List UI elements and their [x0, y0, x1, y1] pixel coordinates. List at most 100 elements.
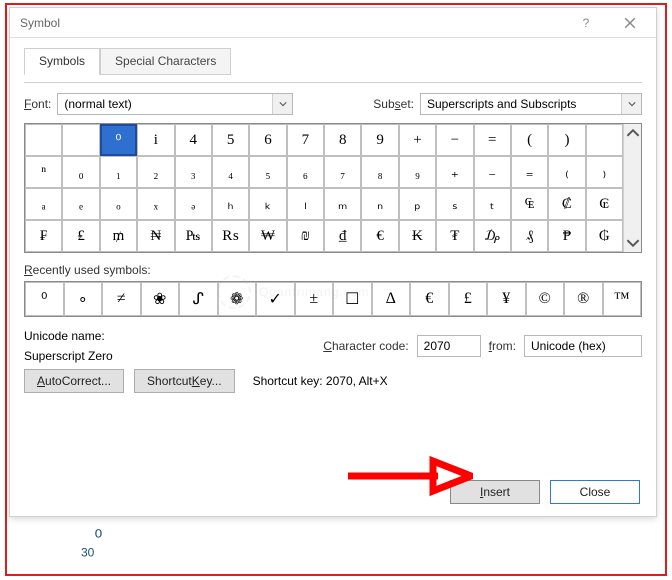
scrollbar[interactable] — [623, 124, 641, 252]
symbol-cell[interactable]: ₎ — [586, 156, 623, 188]
symbol-cell[interactable]: 4 — [175, 124, 212, 156]
symbol-cell[interactable]: − — [436, 124, 473, 156]
symbol-cell[interactable]: 8 — [324, 124, 361, 156]
subset-combo[interactable] — [420, 93, 642, 115]
recent-symbol-cell[interactable]: ❀ — [141, 282, 180, 316]
help-button[interactable]: ? — [566, 10, 606, 36]
symbol-cell[interactable]: ( — [511, 124, 548, 156]
recent-symbol-cell[interactable]: £ — [449, 282, 488, 316]
symbol-cell[interactable]: ₕ — [212, 188, 249, 220]
symbol-cell[interactable]: ₆ — [287, 156, 324, 188]
symbol-cell[interactable]: ₅ — [249, 156, 286, 188]
symbol-cell[interactable]: ₒ — [100, 188, 137, 220]
symbol-cell[interactable]: ₍ — [548, 156, 585, 188]
recent-symbol-cell[interactable]: ™ — [603, 282, 642, 316]
chevron-down-icon[interactable] — [272, 94, 292, 114]
chevron-down-icon[interactable] — [621, 94, 641, 114]
symbol-cell[interactable]: ) — [548, 124, 585, 156]
symbol-cell[interactable]: ₌ — [511, 156, 548, 188]
symbol-cell[interactable]: ₫ — [324, 220, 361, 252]
symbol-cell[interactable]: ₇ — [324, 156, 361, 188]
symbol-cell[interactable]: ₡ — [548, 188, 585, 220]
shortcut-key-button[interactable]: Shortcut Key... — [134, 369, 235, 393]
symbol-cell[interactable]: ₓ — [137, 188, 174, 220]
symbol-cell[interactable]: ₀ — [62, 156, 99, 188]
recent-symbol-cell[interactable]: ≠ — [102, 282, 141, 316]
recent-symbol-cell[interactable]: ✓ — [256, 282, 295, 316]
symbol-cell[interactable]: ₙ — [361, 188, 398, 220]
symbol-cell[interactable]: ₧ — [175, 220, 212, 252]
symbol-cell[interactable]: ₥ — [100, 220, 137, 252]
subset-input[interactable] — [421, 94, 621, 114]
symbol-cell[interactable]: ₁ — [100, 156, 137, 188]
font-input[interactable] — [58, 94, 272, 114]
recent-symbol-cell[interactable]: ⁰ — [25, 282, 64, 316]
symbol-cell[interactable]: = — [474, 124, 511, 156]
recent-symbol-cell[interactable]: € — [410, 282, 449, 316]
symbol-cell[interactable]: 7 — [287, 124, 324, 156]
symbol-cell[interactable]: ₲ — [586, 220, 623, 252]
recent-symbol-cell[interactable]: ∘ — [64, 282, 103, 316]
recent-symbol-cell[interactable]: ᔑ — [179, 282, 218, 316]
symbol-cell[interactable]: ₩ — [249, 220, 286, 252]
symbol-cell[interactable]: ₘ — [324, 188, 361, 220]
symbol-cell[interactable]: ₮ — [436, 220, 473, 252]
symbol-cell[interactable]: ₈ — [361, 156, 398, 188]
symbol-cell[interactable]: ₯ — [474, 220, 511, 252]
charcode-label: Character code: — [323, 339, 408, 353]
tab-symbols[interactable]: Symbols — [24, 48, 100, 75]
symbol-cell[interactable]: ₪ — [287, 220, 324, 252]
symbol-cell[interactable]: ₊ — [436, 156, 473, 188]
recent-symbol-cell[interactable]: ® — [564, 282, 603, 316]
symbol-cell[interactable]: ₰ — [511, 220, 548, 252]
symbol-cell[interactable]: ₜ — [474, 188, 511, 220]
recent-symbol-cell[interactable]: ❁ — [218, 282, 257, 316]
symbol-cell[interactable]: ₐ — [25, 188, 62, 220]
insert-button[interactable]: Insert — [450, 480, 540, 504]
symbol-cell[interactable]: ₦ — [137, 220, 174, 252]
symbol-cell[interactable] — [62, 124, 99, 156]
symbol-cell[interactable]: ⁿ — [25, 156, 62, 188]
symbol-cell[interactable]: ₃ — [175, 156, 212, 188]
autocorrect-button[interactable]: AutoCorrect... — [24, 369, 124, 393]
scroll-up-icon[interactable] — [626, 126, 640, 140]
symbol-cell[interactable]: ₭ — [399, 220, 436, 252]
recent-symbol-cell[interactable]: ± — [295, 282, 334, 316]
symbol-cell[interactable]: ₄ — [212, 156, 249, 188]
symbol-cell[interactable]: ₉ — [399, 156, 436, 188]
symbol-cell[interactable]: ₣ — [25, 220, 62, 252]
symbol-cell[interactable]: ₑ — [62, 188, 99, 220]
from-combo[interactable] — [524, 335, 642, 357]
symbol-cell[interactable]: 9 — [361, 124, 398, 156]
symbol-cell[interactable]: ₋ — [474, 156, 511, 188]
tab-special-characters[interactable]: Special Characters — [100, 48, 231, 75]
symbol-cell[interactable]: 5 — [212, 124, 249, 156]
symbol-cell[interactable]: 6 — [249, 124, 286, 156]
symbol-cell[interactable] — [586, 124, 623, 156]
symbol-cell[interactable]: ₨ — [212, 220, 249, 252]
symbol-cell[interactable]: ⁰ — [100, 124, 137, 156]
charcode-input[interactable] — [417, 335, 481, 357]
symbol-cell[interactable]: ₢ — [586, 188, 623, 220]
recent-symbol-cell[interactable]: ¥ — [487, 282, 526, 316]
scroll-down-icon[interactable] — [626, 236, 640, 250]
close-icon[interactable] — [610, 10, 650, 36]
symbol-cell[interactable]: i — [137, 124, 174, 156]
symbol-cell[interactable]: ₔ — [175, 188, 212, 220]
symbol-cell[interactable]: ₂ — [137, 156, 174, 188]
symbol-cell[interactable]: ₛ — [436, 188, 473, 220]
symbol-cell[interactable] — [25, 124, 62, 156]
symbol-cell[interactable]: ₤ — [62, 220, 99, 252]
symbol-cell[interactable]: ₱ — [548, 220, 585, 252]
symbol-cell[interactable]: € — [361, 220, 398, 252]
symbol-cell[interactable]: + — [399, 124, 436, 156]
font-combo[interactable] — [57, 93, 293, 115]
recent-symbol-cell[interactable]: © — [526, 282, 565, 316]
recent-symbol-cell[interactable]: ∆ — [372, 282, 411, 316]
symbol-cell[interactable]: ₗ — [287, 188, 324, 220]
symbol-cell[interactable]: ₠ — [511, 188, 548, 220]
recent-symbol-cell[interactable]: ☐ — [333, 282, 372, 316]
close-button[interactable]: Close — [550, 480, 640, 504]
symbol-cell[interactable]: ₖ — [249, 188, 286, 220]
symbol-cell[interactable]: ₚ — [399, 188, 436, 220]
